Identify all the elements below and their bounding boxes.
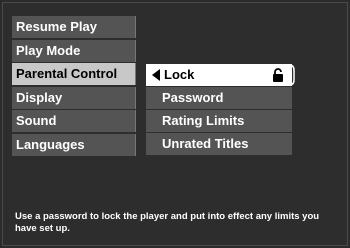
lock-icon (273, 68, 283, 82)
menu-item-play-mode[interactable]: Play Mode (12, 39, 136, 62)
menu-item-label: Languages (16, 136, 85, 152)
submenu-item-rating-limits[interactable]: Rating Limits (146, 110, 292, 132)
player-screen: Resume Play Play Mode Parental Control D… (2, 2, 348, 246)
submenu-item-unrated-titles[interactable]: Unrated Titles (146, 133, 292, 155)
menu-item-display[interactable]: Display (12, 86, 136, 109)
submenu-item-label: Lock (164, 67, 195, 82)
menu-item-label: Display (16, 89, 63, 105)
submenu-item-label: Password (162, 90, 224, 105)
menu-item-resume-play[interactable]: Resume Play (12, 16, 136, 38)
submenu-item-password[interactable]: Password (146, 87, 292, 109)
parental-control-submenu: Lock Password Rating Limits Unrated Titl… (146, 64, 295, 156)
menu-item-label: Sound (16, 113, 57, 128)
submenu-item-label: Unrated Titles (162, 136, 249, 151)
main-menu: Resume Play Play Mode Parental Control D… (12, 16, 136, 157)
help-text: Use a password to lock the player and pu… (15, 211, 320, 234)
submenu-item-lock[interactable]: Lock (146, 64, 295, 86)
submenu-item-label: Rating Limits (162, 113, 245, 128)
menu-item-languages[interactable]: Languages (12, 133, 136, 156)
menu-item-label: Play Mode (16, 42, 81, 58)
menu-item-parental-control[interactable]: Parental Control (12, 63, 136, 85)
selection-bracket-icon (289, 64, 295, 86)
menu-item-label: Parental Control (16, 66, 118, 81)
selection-arrow-icon (152, 69, 160, 81)
menu-item-sound[interactable]: Sound (12, 110, 136, 132)
menu-item-label: Resume Play (16, 19, 97, 34)
